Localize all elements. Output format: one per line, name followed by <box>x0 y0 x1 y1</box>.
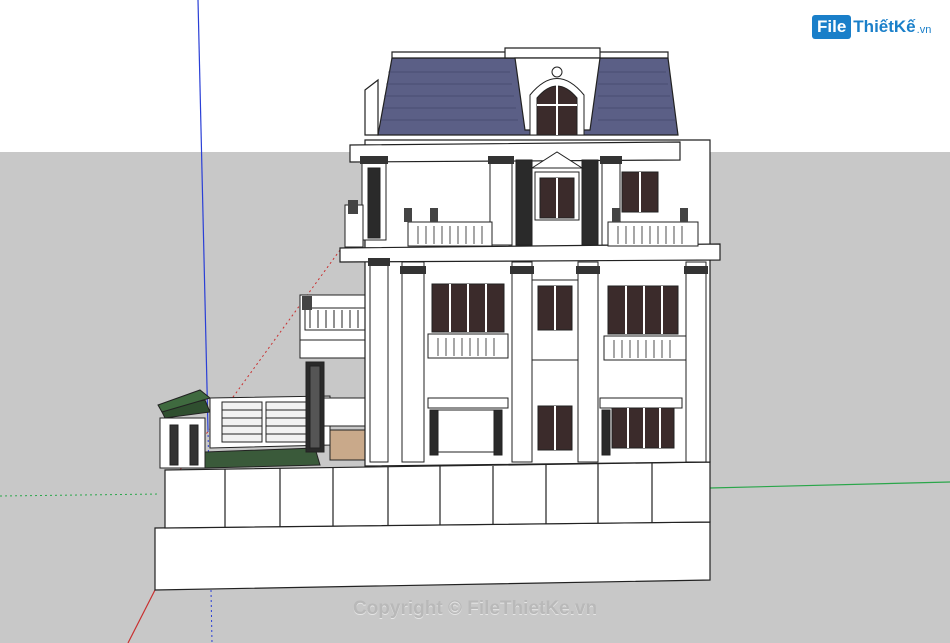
copyright-watermark: Copyright © FileThietKe.vn <box>352 598 598 619</box>
logo-tld: .vn <box>916 24 932 36</box>
base-platform <box>154 461 711 591</box>
logo-badge: File <box>812 15 852 39</box>
sketchup-3d-viewport[interactable] <box>0 0 950 643</box>
mansard-roof <box>364 47 679 136</box>
filethietke-logo: File ThiếtKế .vn <box>812 12 931 42</box>
ground-floor <box>427 397 683 456</box>
logo-name: ThiếtKế <box>853 17 916 36</box>
